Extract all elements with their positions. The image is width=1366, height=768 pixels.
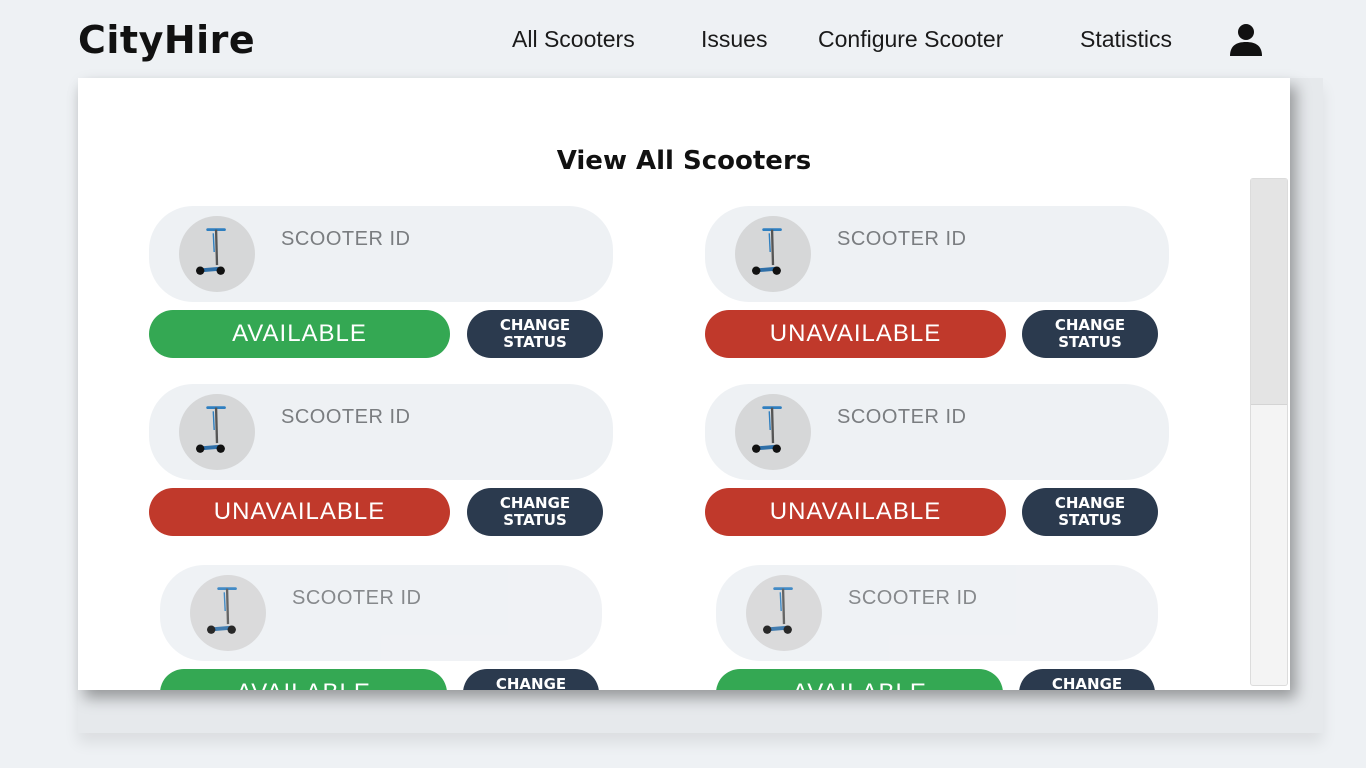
nav-all-scooters[interactable]: All Scooters [512, 26, 635, 53]
scooter-id-label: SCOOTER ID [292, 587, 422, 609]
scooter-id-label: SCOOTER ID [837, 228, 967, 250]
scooter-id-label: SCOOTER ID [837, 406, 967, 428]
scooter-card[interactable]: SCOOTER ID [716, 565, 1158, 661]
scooter-icon [746, 575, 822, 651]
top-header: CityHire All Scooters Issues Configure S… [0, 0, 1366, 78]
scooter-id-label: SCOOTER ID [848, 587, 978, 609]
nav-statistics[interactable]: Statistics [1080, 26, 1172, 53]
scooter-card[interactable]: SCOOTER ID [705, 384, 1169, 480]
nav-configure-scooter[interactable]: Configure Scooter [818, 26, 1003, 53]
change-status-button[interactable]: CHANGESTATUS [1019, 669, 1155, 690]
change-status-button[interactable]: CHANGESTATUS [463, 669, 599, 690]
nav-issues[interactable]: Issues [701, 26, 767, 53]
status-badge: UNAVAILABLE [705, 310, 1006, 358]
status-badge: AVAILABLE [160, 669, 447, 690]
scooter-icon [735, 216, 811, 292]
scooter-id-label: SCOOTER ID [281, 406, 411, 428]
scooter-card[interactable]: SCOOTER ID [705, 206, 1169, 302]
change-status-button[interactable]: CHANGESTATUS [467, 310, 603, 358]
status-badge: AVAILABLE [149, 310, 450, 358]
change-status-button[interactable]: CHANGESTATUS [467, 488, 603, 536]
status-badge: UNAVAILABLE [149, 488, 450, 536]
logo[interactable]: CityHire [78, 18, 255, 62]
scrollbar-thumb[interactable] [1251, 179, 1287, 405]
scooter-id-label: SCOOTER ID [281, 228, 411, 250]
status-badge: UNAVAILABLE [705, 488, 1006, 536]
change-status-button[interactable]: CHANGESTATUS [1022, 310, 1158, 358]
scooter-icon [190, 575, 266, 651]
scooter-card[interactable]: SCOOTER ID [160, 565, 602, 661]
user-icon[interactable] [1228, 22, 1264, 58]
scooter-card[interactable]: SCOOTER ID [149, 206, 613, 302]
scooter-card[interactable]: SCOOTER ID [149, 384, 613, 480]
scooter-icon [735, 394, 811, 470]
scrollbar[interactable] [1250, 178, 1288, 686]
page-title: View All Scooters [556, 146, 812, 176]
scooter-icon [179, 394, 255, 470]
scooter-icon [179, 216, 255, 292]
change-status-button[interactable]: CHANGESTATUS [1022, 488, 1158, 536]
scooter-list-panel: View All Scooters SCOOTER ID AVAILABLE CHA… [78, 78, 1290, 690]
status-badge: AVAILABLE [716, 669, 1003, 690]
